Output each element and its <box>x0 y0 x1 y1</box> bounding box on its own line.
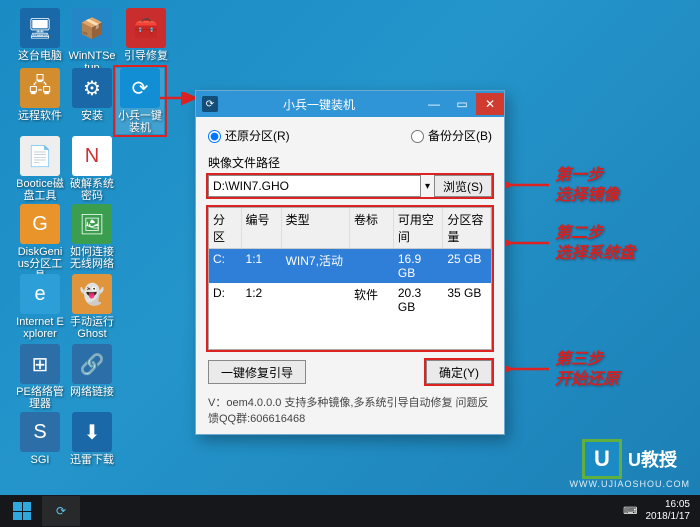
icon-label: 这台电脑 <box>16 50 64 62</box>
icon-label: PE络络管理器 <box>16 386 64 410</box>
radio-backup[interactable]: 备份分区(B) <box>350 127 492 144</box>
arrow-step2 <box>505 236 551 250</box>
app-icon: 👻 <box>72 274 112 314</box>
icon-label: 安装 <box>68 110 116 122</box>
annotation-step1: 第一步选择镜像 <box>555 166 619 206</box>
app-icon: G <box>20 204 60 244</box>
browse-button[interactable]: 浏览(S) <box>434 175 492 197</box>
app-icon: S <box>20 412 60 452</box>
desktop-icon[interactable]: 🖥 这台电脑 <box>16 8 64 62</box>
app-icon: 🖧 <box>20 68 60 108</box>
desktop-icon[interactable]: GDiskGenius分区工具 <box>16 204 64 282</box>
watermark-logo: U U教授 WWW.UJIAOSHOU.COM <box>582 439 692 487</box>
close-button[interactable]: ✕ <box>476 93 504 115</box>
partition-table: 分区 编号 类型 卷标 可用空间 分区容量 C:1:1WIN7,活动16.9 G… <box>208 207 492 350</box>
windows-logo-icon <box>13 502 31 520</box>
app-icon: 📄 <box>20 136 60 176</box>
table-row[interactable]: C:1:1WIN7,活动16.9 GB25 GB <box>209 249 491 283</box>
table-header: 分区 编号 类型 卷标 可用空间 分区容量 <box>209 208 491 249</box>
taskbar: ⟳ ⌨ 16:05 2018/1/17 <box>0 495 700 527</box>
annotation-step2: 第二步选择系统盘 <box>555 224 635 264</box>
app-icon: ⊞ <box>20 344 60 384</box>
window-title: 小兵一键装机 <box>218 96 420 113</box>
desktop-icon[interactable]: S SGI <box>16 412 64 466</box>
desktop-icon[interactable]: N破解系统密码 <box>68 136 116 202</box>
minimize-button[interactable]: — <box>420 93 448 115</box>
icon-label: 引导修复 <box>122 50 170 62</box>
app-icon: ⟳ <box>202 96 218 112</box>
app-icon: 🔗 <box>72 344 112 384</box>
path-label: 映像文件路径 <box>208 154 492 171</box>
icon-label: 破解系统密码 <box>68 178 116 202</box>
desktop-icon[interactable]: 🔗 网络链接 <box>68 344 116 398</box>
image-path-input[interactable] <box>208 175 421 197</box>
icon-label: 迅雷下载 <box>68 454 116 466</box>
desktop-icon[interactable]: 👻手动运行Ghost <box>68 274 116 340</box>
annotation-step3: 第三步开始还原 <box>555 350 619 390</box>
app-icon: 🧰 <box>126 8 166 48</box>
app-icon: 🖼 <box>72 204 112 244</box>
desktop: 🖥这台电脑📦WinNTSetup🧰引导修复🖧远程软件⚙安装⟳小兵一键装机📄Boo… <box>0 0 700 527</box>
taskbar-app[interactable]: ⟳ <box>42 496 80 526</box>
app-icon: e <box>20 274 60 314</box>
desktop-icon[interactable]: ⊞PE络络管理器 <box>16 344 64 410</box>
icon-label: 网络链接 <box>68 386 116 398</box>
app-icon: ⬇ <box>72 412 112 452</box>
icon-label: 小兵一键装机 <box>116 110 164 134</box>
repair-boot-button[interactable]: 一键修复引导 <box>208 360 306 384</box>
desktop-icon[interactable]: 🖧 远程软件 <box>16 68 64 122</box>
arrow-step3 <box>505 362 551 376</box>
icon-label: 手动运行Ghost <box>68 316 116 340</box>
app-icon: ⚙ <box>72 68 112 108</box>
dropdown-icon[interactable]: ▾ <box>425 181 430 192</box>
table-row[interactable]: D:1:2软件20.3 GB35 GB <box>209 283 491 317</box>
app-icon: ⟳ <box>120 68 160 108</box>
ok-button[interactable]: 确定(Y) <box>426 360 492 384</box>
icon-label: Internet Explorer <box>16 316 64 340</box>
start-button[interactable] <box>4 495 40 527</box>
maximize-button[interactable]: ▭ <box>448 93 476 115</box>
desktop-icon[interactable]: 🖼如何连接无线网络 <box>68 204 116 270</box>
icon-label: 如何连接无线网络 <box>68 246 116 270</box>
clock[interactable]: 16:05 2018/1/17 <box>646 499 691 523</box>
icon-label: 远程软件 <box>16 110 64 122</box>
app-icon: 🖥 <box>20 8 60 48</box>
desktop-icon[interactable]: 🧰 引导修复 <box>122 8 170 62</box>
status-bar: V：oem4.0.0.0 支持多种镜像,多系统引导自动修复 问题反馈QQ群:60… <box>208 390 492 426</box>
icon-label: SGI <box>16 454 64 466</box>
desktop-icon[interactable]: ⟳小兵一键装机 <box>116 68 164 134</box>
desktop-icon[interactable]: 📦WinNTSetup <box>68 8 116 74</box>
path-row: ▾ 浏览(S) <box>208 175 492 197</box>
system-tray[interactable]: ⌨ 16:05 2018/1/17 <box>623 499 696 523</box>
tray-keyboard-icon[interactable]: ⌨ <box>623 506 637 517</box>
arrow-step1 <box>505 178 551 192</box>
desktop-icon[interactable]: eInternet Explorer <box>16 274 64 340</box>
app-icon: N <box>72 136 112 176</box>
icon-label: Bootice磁盘工具 <box>16 178 64 202</box>
desktop-icon[interactable]: 📄Bootice磁盘工具 <box>16 136 64 202</box>
desktop-icon[interactable]: ⬇ 迅雷下载 <box>68 412 116 466</box>
radio-restore[interactable]: 还原分区(R) <box>208 127 350 144</box>
app-icon: 📦 <box>72 8 112 48</box>
installer-window: ⟳ 小兵一键装机 — ▭ ✕ 还原分区(R) 备份分区(B) 映像文件路径 ▾ … <box>195 90 505 435</box>
titlebar[interactable]: ⟳ 小兵一键装机 — ▭ ✕ <box>196 91 504 117</box>
desktop-icon[interactable]: ⚙ 安装 <box>68 68 116 122</box>
